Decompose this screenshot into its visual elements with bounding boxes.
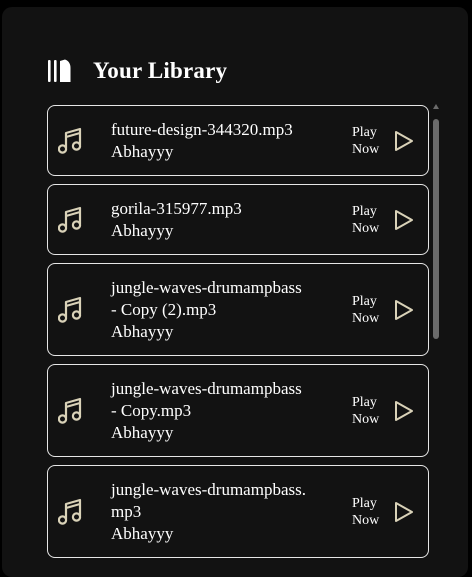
play-icon[interactable] [394, 501, 414, 523]
play-icon[interactable] [394, 130, 414, 152]
track-artist: Abhayyy [111, 141, 174, 161]
play-now-word-1: Play [352, 394, 377, 410]
track-card[interactable]: gorila-315977.mp3 Abhayyy Play Now [47, 184, 429, 255]
play-now-word-2: Now [352, 310, 380, 326]
track-artist: Abhayyy [111, 321, 174, 341]
track-info: jungle-waves-drumampbass - Copy (2).mp3 … [111, 277, 338, 343]
play-now-label[interactable]: Play Now [352, 203, 379, 237]
track-list: future-design-344320.mp3 Abhayyy Play No… [47, 105, 429, 566]
play-now-word-2: Now [352, 141, 380, 157]
track-card[interactable]: jungle-waves-drumampbass - Copy.mp3 Abha… [47, 364, 429, 457]
library-header: Your Library [47, 51, 227, 91]
play-now-word-1: Play [352, 124, 377, 140]
track-title-line: - Copy.mp3 [111, 400, 192, 420]
play-now-word-1: Play [352, 203, 377, 219]
track-title-line: jungle-waves-drumampbass. [111, 479, 306, 499]
track-artist: Abhayyy [111, 523, 174, 543]
track-title-line: mp3 [111, 501, 142, 521]
track-title-line: jungle-waves-drumampbass [111, 378, 302, 398]
track-info: future-design-344320.mp3 Abhayyy [111, 119, 338, 163]
track-info: gorila-315977.mp3 Abhayyy [111, 198, 338, 242]
library-icon [48, 59, 71, 82]
track-info: jungle-waves-drumampbass - Copy.mp3 Abha… [111, 378, 338, 444]
play-icon[interactable] [394, 400, 414, 422]
play-icon[interactable] [394, 209, 414, 231]
music-note-icon [58, 498, 82, 525]
play-now-word-2: Now [352, 512, 380, 528]
play-now-word-2: Now [352, 411, 380, 427]
music-note-icon [58, 296, 82, 323]
music-note-icon [58, 397, 82, 424]
track-card[interactable]: jungle-waves-drumampbass. mp3 Abhayyy Pl… [47, 465, 429, 558]
play-now-label[interactable]: Play Now [352, 124, 379, 158]
track-artist: Abhayyy [111, 220, 174, 240]
track-card[interactable]: jungle-waves-drumampbass - Copy (2).mp3 … [47, 263, 429, 356]
play-icon[interactable] [394, 299, 414, 321]
play-now-word-1: Play [352, 293, 377, 309]
scrollbar[interactable] [432, 104, 440, 347]
play-now-word-1: Play [352, 495, 377, 511]
music-note-icon [58, 206, 82, 233]
library-panel: Your Library future-design-344320.mp3 Ab… [2, 7, 468, 577]
scrollbar-thumb[interactable] [433, 119, 439, 339]
track-title-line: gorila-315977.mp3 [111, 198, 242, 218]
play-now-label[interactable]: Play Now [352, 394, 379, 428]
scroll-up-arrow[interactable] [433, 104, 439, 109]
track-title-line: future-design-344320.mp3 [111, 119, 293, 139]
play-now-label[interactable]: Play Now [352, 293, 379, 327]
track-info: jungle-waves-drumampbass. mp3 Abhayyy [111, 479, 338, 545]
track-card[interactable]: future-design-344320.mp3 Abhayyy Play No… [47, 105, 429, 176]
track-title-line: - Copy (2).mp3 [111, 299, 217, 319]
track-title-line: jungle-waves-drumampbass [111, 277, 302, 297]
track-artist: Abhayyy [111, 422, 174, 442]
library-title: Your Library [93, 58, 228, 83]
music-note-icon [58, 127, 82, 154]
play-now-word-2: Now [352, 220, 380, 236]
play-now-label[interactable]: Play Now [352, 495, 379, 529]
